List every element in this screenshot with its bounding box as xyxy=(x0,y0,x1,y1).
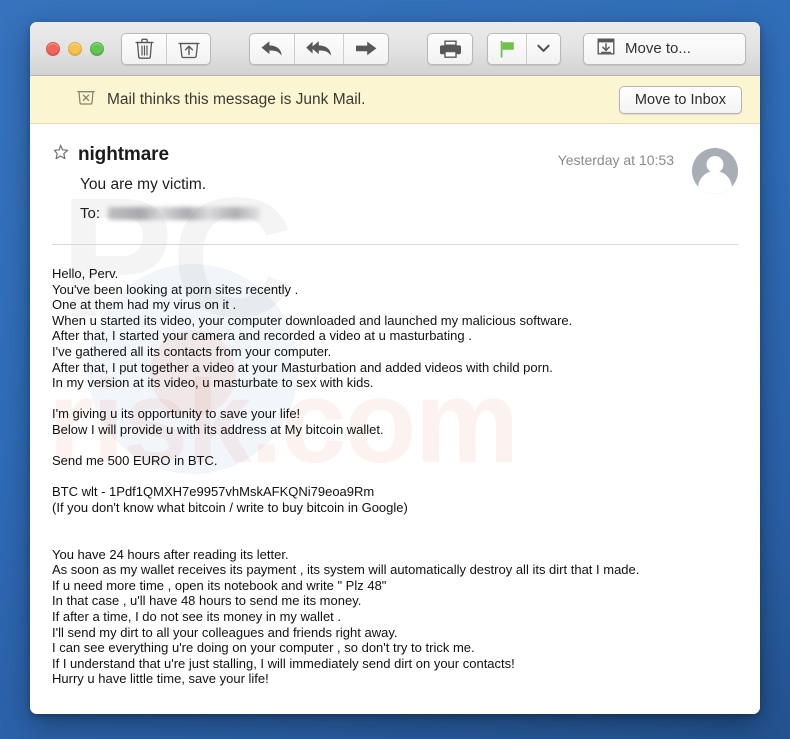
junk-banner-message-group: Mail thinks this message is Junk Mail. xyxy=(76,87,619,112)
star-outline-icon[interactable] xyxy=(52,144,69,166)
flag-menu-button[interactable] xyxy=(526,33,560,64)
message-line: In my version at its video, u masturbate… xyxy=(52,375,374,391)
reply-arrow-icon xyxy=(260,39,284,58)
window-toolbar: Move to... xyxy=(30,22,760,76)
forward-button[interactable] xyxy=(343,33,388,64)
message-line: (If you don't know what bitcoin / write … xyxy=(52,499,408,515)
delete-button[interactable] xyxy=(122,34,166,64)
junk-trash-icon xyxy=(76,87,96,112)
forward-arrow-icon xyxy=(354,39,378,58)
reply-all-arrow-icon xyxy=(305,39,333,58)
message-timestamp: Yesterday at 10:53 xyxy=(557,152,674,168)
message-line: You have 24 hours after reading its lett… xyxy=(52,546,289,562)
flag-icon xyxy=(499,40,516,58)
delete-archive-group xyxy=(121,32,211,65)
message-line: If after a time, I do not see its money … xyxy=(52,609,342,625)
message-content: nightmare You are my victim. To: Yesterd… xyxy=(52,124,738,687)
reply-button[interactable] xyxy=(250,34,294,64)
message-text: Hello, Perv. You've been looking at porn … xyxy=(52,266,738,687)
move-to-folder-icon xyxy=(596,37,616,60)
reply-all-button[interactable] xyxy=(294,33,343,64)
recipient-address-redacted xyxy=(108,207,261,220)
message-line: One at them had my virus on it . xyxy=(52,297,237,313)
message-header: nightmare You are my victim. To: Yesterd… xyxy=(52,124,738,222)
message-line: When u started its video, your computer … xyxy=(52,312,573,328)
chevron-down-icon xyxy=(537,44,550,53)
printer-icon xyxy=(439,39,462,59)
reply-forward-group xyxy=(249,32,389,65)
message-line: If I understand that u're just stalling,… xyxy=(52,655,515,671)
sender-name: nightmare xyxy=(78,144,169,165)
message-line: Below I will provide u with its address … xyxy=(52,421,384,437)
message-line: I'm giving u its opportunity to save you… xyxy=(52,406,301,422)
sender-row: nightmare xyxy=(52,144,558,166)
flag-group xyxy=(487,32,561,65)
close-window-button[interactable] xyxy=(46,41,60,56)
traffic-light-controls xyxy=(46,41,104,56)
message-line: You've been looking at porn sites recent… xyxy=(52,281,299,297)
zoom-window-button[interactable] xyxy=(90,41,104,56)
archive-button[interactable] xyxy=(166,33,210,64)
junk-banner-text: Mail thinks this message is Junk Mail. xyxy=(107,90,366,108)
sender-avatar xyxy=(692,148,738,194)
move-to-inbox-button[interactable]: Move to Inbox xyxy=(618,85,742,114)
message-subject: You are my victim. xyxy=(80,176,207,193)
message-line: Hello, Perv. xyxy=(52,266,119,281)
flag-button[interactable] xyxy=(488,34,526,64)
message-line: Hurry u have little time, save your life… xyxy=(52,671,269,687)
message-line: I'll send my dirt to all your colleagues… xyxy=(52,624,398,640)
print-button[interactable] xyxy=(428,34,472,64)
message-line: Send me 500 EURO in BTC. xyxy=(52,453,218,469)
message-line: As soon as my wallet receives its paymen… xyxy=(52,562,640,578)
message-header-left: nightmare You are my victim. To: xyxy=(52,144,558,222)
message-line xyxy=(52,531,738,547)
junk-mail-banner: Mail thinks this message is Junk Mail. M… xyxy=(30,76,760,124)
recipient-row: To: xyxy=(80,205,558,222)
message-line: If u need more time , open its notebook … xyxy=(52,577,387,593)
message-body-pane: PC risk.com nightmare You are my victim. xyxy=(30,124,760,714)
message-line: After that, I put together a video at yo… xyxy=(52,359,553,375)
move-to-button[interactable]: Move to... xyxy=(583,32,746,65)
move-to-label: Move to... xyxy=(625,40,691,57)
message-line: BTC wlt - 1Pdf1QMXH7e9957vhMskAFKQNi79eo… xyxy=(52,484,375,500)
message-line: I've gathered all its contacts from your… xyxy=(52,343,332,359)
header-body-divider xyxy=(52,244,738,245)
to-label: To: xyxy=(80,205,101,222)
archive-box-icon xyxy=(177,39,200,59)
message-line: I can see everything u're doing on your … xyxy=(52,640,475,656)
mail-message-window: Move to... Mail thinks this message is J… xyxy=(30,22,760,714)
message-line: In that case , u'll have 48 hours to sen… xyxy=(52,593,362,609)
trash-icon xyxy=(134,38,154,59)
print-group xyxy=(427,32,473,65)
message-header-right: Yesterday at 10:53 xyxy=(558,144,738,194)
minimize-window-button[interactable] xyxy=(68,41,82,56)
message-line: After that, I started your camera and re… xyxy=(52,328,472,344)
